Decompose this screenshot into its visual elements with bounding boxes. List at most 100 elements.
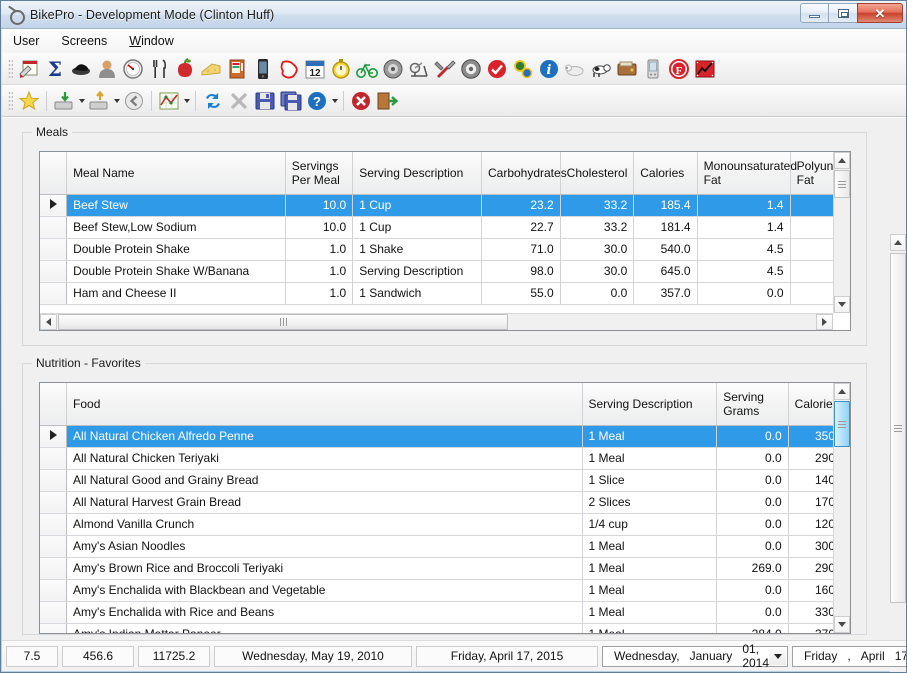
table-row[interactable]: All Natural Chicken Alfredo Penne 1 Meal 0… [40, 425, 850, 448]
export-upload-icon[interactable] [86, 88, 112, 114]
table-row[interactable]: Beef Stew,Low Sodium 10.0 1 Cup 22.7 33.2 181… [40, 216, 850, 239]
servings-per-meal-cell[interactable]: 10.0 [285, 216, 354, 239]
red-f-badge-icon[interactable]: F [666, 56, 692, 82]
chainring-icon[interactable] [458, 56, 484, 82]
cholesterol-cell[interactable]: 33.2 [560, 216, 635, 239]
table-row[interactable]: Double Protein Shake 1.0 1 Shake 71.0 30.0 54… [40, 238, 850, 261]
monounsaturated-fat-cell[interactable]: 1.4 [697, 194, 791, 217]
row-selector-cell[interactable] [40, 216, 68, 239]
table-row[interactable]: Beef Stew 10.0 1 Cup 23.2 33.2 185.4 1.4 [40, 194, 850, 217]
nutrition-grid[interactable]: Food Serving Description Serving Grams Ca… [39, 382, 851, 634]
serving-description-cell[interactable]: 1 Cup [352, 216, 482, 239]
monounsaturated-fat-cell[interactable]: 0.0 [697, 282, 791, 305]
serving-description-cell[interactable]: 1 Meal [582, 557, 718, 580]
new-star-icon[interactable] [16, 88, 42, 114]
mobile-phone-icon[interactable] [250, 56, 276, 82]
meals-col-servings-per-meal[interactable]: Servings Per Meal [285, 152, 354, 195]
utensils-icon[interactable] [146, 56, 172, 82]
calories-cell[interactable]: 185.4 [633, 194, 698, 217]
nutrition-col-serving-description[interactable]: Serving Description [582, 383, 718, 426]
carbohydrates-cell[interactable]: 22.7 [481, 216, 561, 239]
meal-name-cell[interactable]: Double Protein Shake W/Banana [66, 260, 286, 283]
form-vertical-scrollbar[interactable] [890, 234, 906, 672]
serving-grams-cell[interactable]: 0.0 [716, 601, 789, 624]
form-scrollbar-track[interactable] [890, 234, 906, 672]
date-picker-to[interactable]: Friday , April 17, 2015 [792, 645, 906, 667]
serving-description-cell[interactable]: 1 Meal [582, 447, 718, 470]
meals-col-cholesterol[interactable]: Cholesterol [560, 152, 635, 195]
row-selector-cell[interactable] [40, 425, 68, 448]
table-row[interactable]: All Natural Good and Grainy Bread 1 Slice… [40, 469, 850, 492]
carbohydrates-cell[interactable]: 98.0 [481, 260, 561, 283]
serving-grams-cell[interactable]: 284.0 [716, 623, 789, 633]
stopwatch-icon[interactable] [328, 56, 354, 82]
serving-grams-cell[interactable]: 0.0 [716, 513, 789, 536]
form-scroll-thumb[interactable] [890, 253, 906, 603]
help-dropdown-arrow[interactable] [330, 88, 339, 114]
food-cell[interactable]: All Natural Chicken Alfredo Penne [66, 425, 583, 448]
blue-info-icon[interactable]: i [536, 56, 562, 82]
meal-name-cell[interactable]: Double Protein Shake [66, 238, 286, 261]
bike-trainer-icon[interactable] [406, 56, 432, 82]
cholesterol-cell[interactable]: 0.0 [560, 282, 635, 305]
meals-col-calories[interactable]: Calories [633, 152, 698, 195]
cow-icon[interactable] [588, 56, 614, 82]
cholesterol-cell[interactable]: 33.2 [560, 194, 635, 217]
open-import-dropdown-arrow[interactable] [77, 88, 86, 114]
date-picker-to-month[interactable]: April [856, 649, 890, 663]
monounsaturated-fat-cell[interactable]: 1.4 [697, 216, 791, 239]
table-row[interactable]: Almond Vanilla Crunch 1/4 cup 0.0 120.0 [40, 513, 850, 536]
meal-name-cell[interactable]: Beef Stew [66, 194, 286, 217]
meals-scroll-down-button[interactable] [834, 296, 850, 313]
meals-col-serving-description[interactable]: Serving Description [352, 152, 482, 195]
save-icon[interactable] [252, 88, 278, 114]
red-route-outline-icon[interactable] [276, 56, 302, 82]
serving-description-cell[interactable]: 1/4 cup [582, 513, 718, 536]
wallet-icon[interactable] [614, 56, 640, 82]
row-selector-cell[interactable] [40, 238, 68, 261]
menu-item-screens[interactable]: Screens [50, 31, 118, 51]
meal-name-cell[interactable]: Ham and Cheese II [66, 282, 286, 305]
food-cell[interactable]: Amy's Brown Rice and Broccoli Teriyaki [66, 557, 583, 580]
open-import-icon[interactable] [51, 88, 77, 114]
serving-description-cell[interactable]: 1 Meal [582, 579, 718, 602]
meals-col-monounsaturated-fat[interactable]: Monounsaturated Fat [697, 152, 797, 195]
exit-door-icon[interactable] [374, 88, 400, 114]
calories-cell[interactable]: 645.0 [633, 260, 698, 283]
serving-description-cell[interactable]: 1 Meal [582, 535, 718, 558]
meals-horizontal-scrollbar[interactable] [40, 313, 833, 330]
servings-per-meal-cell[interactable]: 1.0 [285, 260, 354, 283]
serving-description-cell[interactable]: 1 Slice [582, 469, 718, 492]
cholesterol-cell[interactable]: 30.0 [560, 260, 635, 283]
gear-cassette-icon[interactable] [380, 56, 406, 82]
table-row[interactable]: Double Protein Shake W/Banana 1.0 Serving … [40, 260, 850, 283]
food-cell[interactable]: Almond Vanilla Crunch [66, 513, 583, 536]
servings-per-meal-cell[interactable]: 10.0 [285, 194, 354, 217]
meals-grid[interactable]: Meal Name Servings Per Meal Serving Descr… [39, 151, 851, 331]
nutrition-scroll-thumb[interactable] [834, 401, 850, 447]
date-picker-from-month[interactable]: January [685, 649, 738, 663]
calendar-12-icon[interactable]: 12 [302, 56, 328, 82]
meals-col-carbohydrates[interactable]: Carbohydrates [481, 152, 567, 195]
row-selector-cell[interactable] [40, 194, 68, 217]
meals-vertical-scrollbar[interactable] [833, 152, 850, 313]
bicycle-icon[interactable] [354, 56, 380, 82]
calories-cell[interactable]: 540.0 [633, 238, 698, 261]
serving-grams-cell[interactable]: 0.0 [716, 425, 789, 448]
table-row[interactable]: All Natural Harvest Grain Bread 2 Slices 0… [40, 491, 850, 514]
settings-gears-icon[interactable] [510, 56, 536, 82]
serving-description-cell[interactable]: 1 Meal [582, 425, 718, 448]
table-row[interactable]: Amy's Enchalida with Rice and Beans 1 Mea… [40, 601, 850, 624]
help-question-icon[interactable]: ? [304, 88, 330, 114]
back-arrow-icon[interactable] [121, 88, 147, 114]
serving-grams-cell[interactable]: 0.0 [716, 579, 789, 602]
speedometer-icon[interactable] [120, 56, 146, 82]
date-picker-from[interactable]: Wednesday, January 01, 2014 [602, 642, 788, 670]
date-picker-to-weekday[interactable]: Friday [799, 649, 842, 663]
red-check-circle-icon[interactable] [484, 56, 510, 82]
row-selector-cell[interactable] [40, 469, 68, 492]
date-picker-from-weekday[interactable]: Wednesday, [609, 649, 685, 663]
vending-machine-icon[interactable] [224, 56, 250, 82]
edit-notes-icon[interactable] [16, 56, 42, 82]
refresh-sync-icon[interactable] [200, 88, 226, 114]
